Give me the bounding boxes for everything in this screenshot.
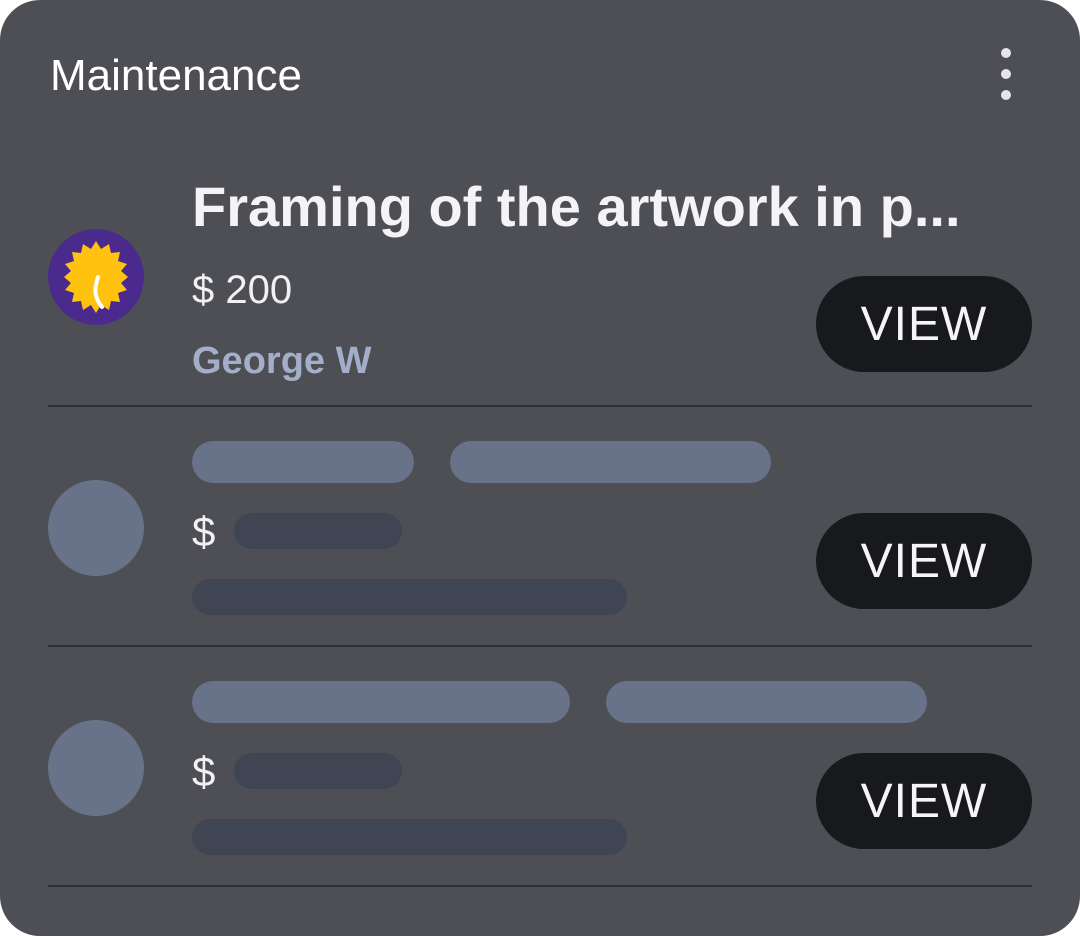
- menu-dot: [1001, 90, 1011, 100]
- skeleton-avatar: [48, 480, 144, 576]
- maintenance-card: Maintenance Framing of the artwork in p.…: [0, 0, 1080, 936]
- list-item-skeleton: $ VIEW: [0, 408, 1080, 648]
- list-item-skeleton: $ VIEW: [0, 648, 1080, 888]
- menu-dot: [1001, 69, 1011, 79]
- divider: [48, 645, 1032, 647]
- list-item: Framing of the artwork in p... $ 200 Geo…: [0, 170, 1080, 410]
- skeleton-title-b: [606, 681, 927, 723]
- skeleton-title-a: [192, 681, 570, 723]
- view-button[interactable]: VIEW: [816, 276, 1032, 372]
- skeleton-avatar: [48, 720, 144, 816]
- currency-symbol: $: [192, 748, 216, 795]
- sun-badge-icon: [48, 229, 144, 325]
- view-button[interactable]: VIEW: [816, 753, 1032, 849]
- item-price: $ 200: [192, 268, 293, 312]
- skeleton-price: [234, 753, 402, 789]
- skeleton-price: [234, 513, 402, 549]
- item-author: George W: [192, 340, 372, 382]
- view-button[interactable]: VIEW: [816, 513, 1032, 609]
- skeleton-author: [192, 819, 627, 855]
- item-title: Framing of the artwork in p...: [192, 175, 961, 238]
- menu-dot: [1001, 48, 1011, 58]
- divider: [48, 405, 1032, 407]
- skeleton-title-a: [192, 441, 414, 483]
- card-title: Maintenance: [50, 51, 302, 100]
- currency-symbol: $: [192, 508, 216, 555]
- skeleton-title-b: [450, 441, 771, 483]
- divider: [48, 885, 1032, 887]
- more-vert-icon[interactable]: [986, 48, 1026, 100]
- skeleton-author: [192, 579, 627, 615]
